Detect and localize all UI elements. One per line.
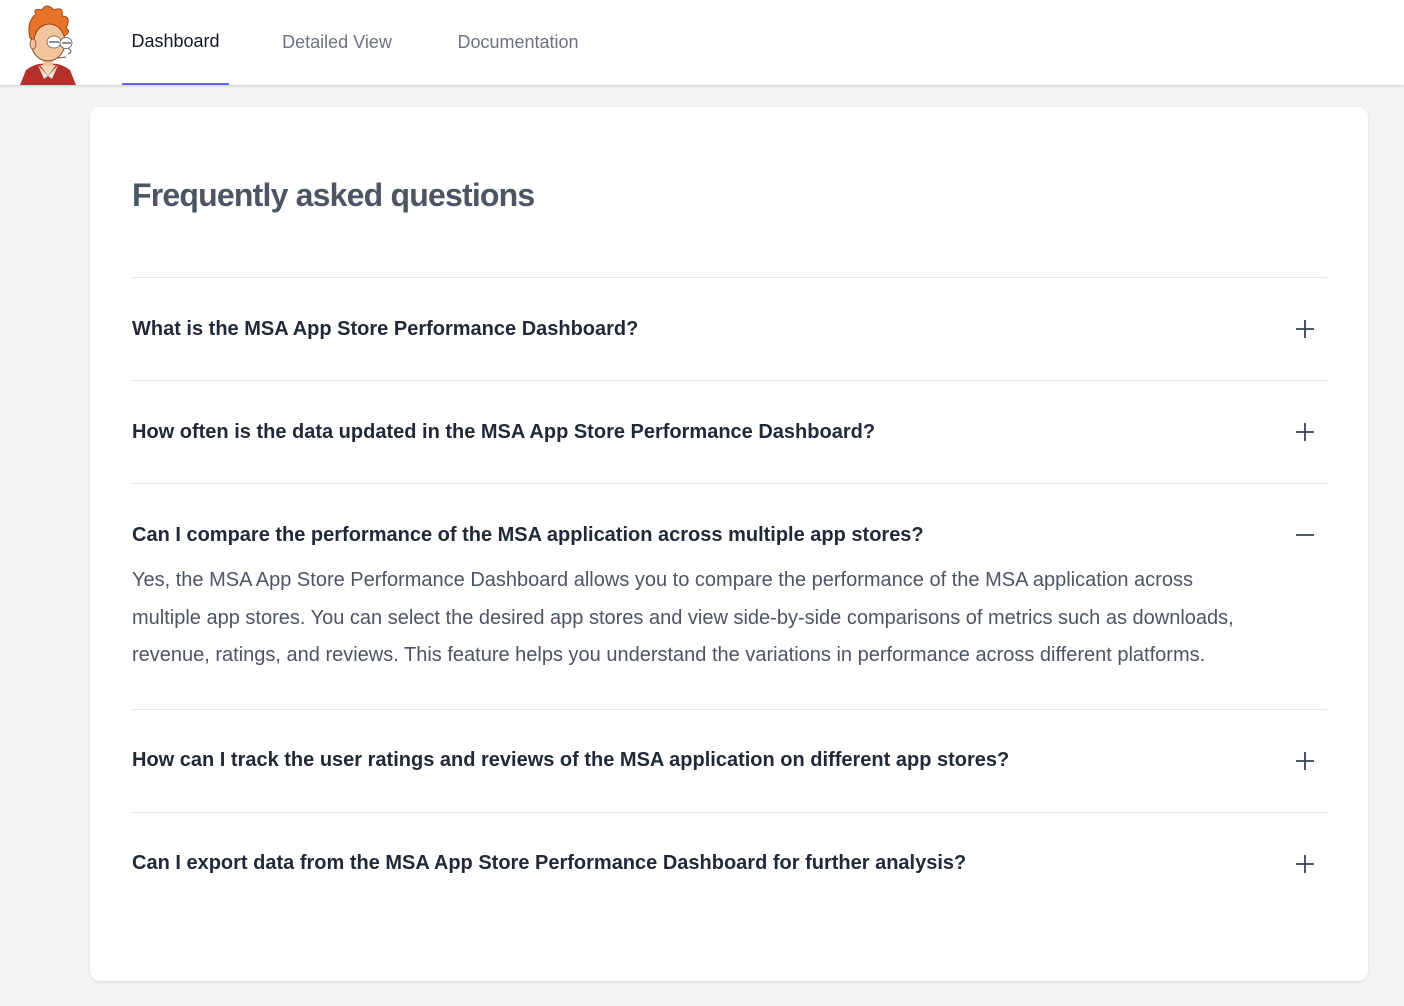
faq-question-button[interactable]: Can I export data from the MSA App Store… xyxy=(132,813,1327,915)
tab-dashboard[interactable]: Dashboard xyxy=(122,0,229,85)
faq-card: Frequently asked questions What is the M… xyxy=(90,107,1368,981)
minus-icon[interactable] xyxy=(1293,523,1317,547)
tab-dashboard-label: Dashboard xyxy=(131,31,220,51)
tab-documentation[interactable]: Documentation xyxy=(444,0,592,85)
faq-question-text: Can I export data from the MSA App Store… xyxy=(132,852,967,874)
plus-icon[interactable] xyxy=(1293,317,1317,341)
faq-question-text: Can I compare the performance of the MSA… xyxy=(132,523,924,546)
faq-list: What is the MSA App Store Performance Da… xyxy=(132,277,1327,915)
plus-icon[interactable] xyxy=(1293,420,1317,444)
faq-item: What is the MSA App Store Performance Da… xyxy=(132,277,1327,380)
faq-item-expanded: Can I compare the performance of the MSA… xyxy=(132,483,1327,709)
faq-question-button[interactable]: Can I compare the performance of the MSA… xyxy=(132,484,1327,586)
faq-item: How can I track the user ratings and rev… xyxy=(132,708,1327,812)
tab-detailed-view[interactable]: Detailed View xyxy=(271,0,403,85)
plus-icon[interactable] xyxy=(1293,749,1317,773)
faq-question-button[interactable]: What is the MSA App Store Performance Da… xyxy=(132,278,1327,380)
top-navigation-bar: Dashboard Detailed View Documentation xyxy=(0,0,1404,85)
faq-item: Can I export data from the MSA App Store… xyxy=(132,811,1327,915)
plus-icon[interactable] xyxy=(1293,852,1317,876)
cartoon-avatar-icon[interactable] xyxy=(16,4,80,85)
faq-question-button[interactable]: How can I track the user ratings and rev… xyxy=(132,710,1327,812)
faq-item: How often is the data updated in the MSA… xyxy=(132,380,1327,483)
faq-question-text: How often is the data updated in the MSA… xyxy=(132,420,876,443)
faq-title: Frequently asked questions xyxy=(132,177,535,213)
tab-detailed-view-label: Detailed View xyxy=(282,32,392,52)
faq-question-text: How can I track the user ratings and rev… xyxy=(132,749,1010,771)
tab-documentation-label: Documentation xyxy=(457,32,579,52)
faq-question-text: What is the MSA App Store Performance Da… xyxy=(132,317,639,340)
faq-question-button[interactable]: How often is the data updated in the MSA… xyxy=(132,381,1327,483)
